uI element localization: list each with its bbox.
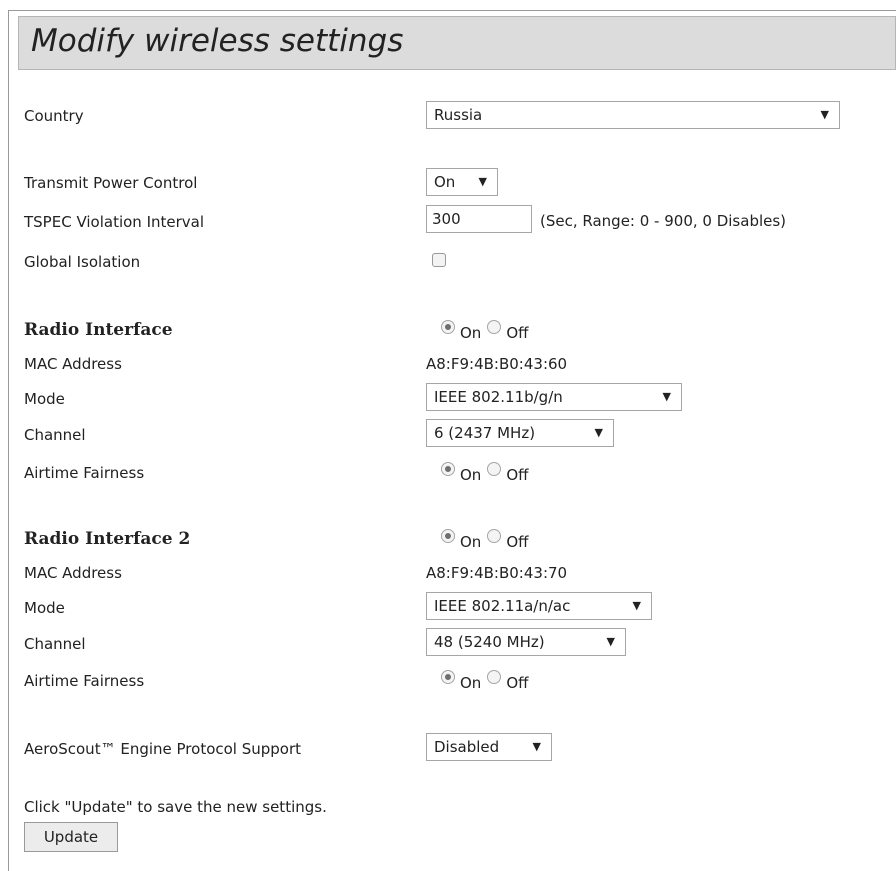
radio1-mode-label: Mode xyxy=(24,390,65,408)
isolation-checkbox[interactable] xyxy=(432,253,446,267)
radio2-channel-value: 48 (5240 MHz) xyxy=(434,633,545,651)
radio1-mode-select[interactable]: IEEE 802.11b/g/n ▼ xyxy=(426,383,682,411)
radio2-off-label: Off xyxy=(506,533,529,551)
radio1-toggle: On Off xyxy=(441,318,534,342)
tspec-note: (Sec, Range: 0 - 900, 0 Disables) xyxy=(540,212,787,230)
update-hint: Click "Update" to save the new settings. xyxy=(24,798,327,816)
radio1-channel-value: 6 (2437 MHz) xyxy=(434,424,536,442)
dropdown-arrow-icon: ▼ xyxy=(662,390,671,403)
tspec-label: TSPEC Violation Interval xyxy=(24,213,205,231)
tspec-input[interactable]: 300 xyxy=(426,205,532,233)
radio1-channel-select[interactable]: 6 (2437 MHz) ▼ xyxy=(426,419,614,447)
page-title: Modify wireless settings xyxy=(31,23,404,59)
dropdown-arrow-icon: ▼ xyxy=(594,426,603,439)
isolation-label: Global Isolation xyxy=(24,253,141,271)
radio1-mode-value: IEEE 802.11b/g/n xyxy=(434,388,563,406)
radio1-on-label: On xyxy=(460,324,482,342)
radio1-airtime-on-label: On xyxy=(460,466,482,484)
radio1-mac-label: MAC Address xyxy=(24,355,122,373)
radio2-airtime-label: Airtime Fairness xyxy=(24,672,145,690)
title-bar: Modify wireless settings xyxy=(18,16,896,70)
aeroscout-label: AeroScout™ Engine Protocol Support xyxy=(24,740,302,758)
radio2-mode-value: IEEE 802.11a/n/ac xyxy=(434,597,571,615)
country-value: Russia xyxy=(434,106,483,124)
radio1-airtime-toggle: On Off xyxy=(441,460,534,484)
radio2-airtime-off-radio[interactable] xyxy=(487,670,502,684)
dropdown-arrow-icon: ▼ xyxy=(632,599,641,612)
radio2-heading: Radio Interface 2 xyxy=(24,529,191,549)
radio2-mac-value: A8:F9:4B:B0:43:70 xyxy=(426,564,568,582)
radio1-airtime-on-radio[interactable] xyxy=(441,462,455,476)
tpc-value: On xyxy=(434,173,456,191)
update-button[interactable]: Update xyxy=(24,822,118,852)
radio1-off-label: Off xyxy=(506,324,529,342)
aeroscout-value: Disabled xyxy=(434,738,500,756)
tpc-select[interactable]: On ▼ xyxy=(426,168,498,196)
tpc-label: Transmit Power Control xyxy=(24,174,198,192)
radio2-off-radio[interactable] xyxy=(487,529,502,543)
radio1-mac-value: A8:F9:4B:B0:43:60 xyxy=(426,355,568,373)
aeroscout-select[interactable]: Disabled ▼ xyxy=(426,733,552,761)
radio1-airtime-off-label: Off xyxy=(506,466,529,484)
radio1-on-radio[interactable] xyxy=(441,320,455,334)
dropdown-arrow-icon: ▼ xyxy=(532,740,541,753)
radio2-on-radio[interactable] xyxy=(441,529,455,543)
dropdown-arrow-icon: ▼ xyxy=(478,175,487,188)
radio1-airtime-label: Airtime Fairness xyxy=(24,464,145,482)
radio2-toggle: On Off xyxy=(441,527,534,551)
dropdown-arrow-icon: ▼ xyxy=(606,635,615,648)
radio2-channel-label: Channel xyxy=(24,635,86,653)
radio1-heading: Radio Interface xyxy=(24,320,173,340)
radio2-mode-select[interactable]: IEEE 802.11a/n/ac ▼ xyxy=(426,592,652,620)
radio2-channel-select[interactable]: 48 (5240 MHz) ▼ xyxy=(426,628,626,656)
radio2-mac-label: MAC Address xyxy=(24,564,122,582)
radio1-channel-label: Channel xyxy=(24,426,86,444)
country-select[interactable]: Russia ▼ xyxy=(426,101,840,129)
radio2-airtime-on-label: On xyxy=(460,674,482,692)
radio2-airtime-on-radio[interactable] xyxy=(441,670,455,684)
radio2-mode-label: Mode xyxy=(24,599,65,617)
radio2-airtime-toggle: On Off xyxy=(441,668,534,692)
country-label: Country xyxy=(24,107,84,125)
radio2-on-label: On xyxy=(460,533,482,551)
radio1-off-radio[interactable] xyxy=(487,320,502,334)
radio1-airtime-off-radio[interactable] xyxy=(487,462,502,476)
radio2-airtime-off-label: Off xyxy=(506,674,529,692)
dropdown-arrow-icon: ▼ xyxy=(820,108,829,121)
